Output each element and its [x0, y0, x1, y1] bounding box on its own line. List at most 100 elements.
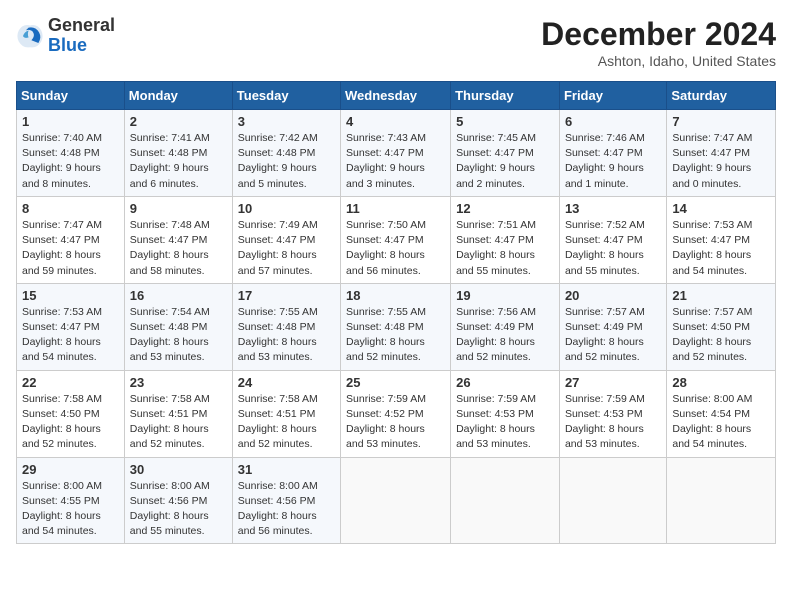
day-number: 23 — [130, 375, 227, 390]
calendar-cell: 13 Sunrise: 7:52 AM Sunset: 4:47 PM Dayl… — [559, 196, 666, 283]
daylight-label: Daylight: 8 hours and 53 minutes. — [565, 423, 644, 450]
daylight-label: Daylight: 8 hours and 52 minutes. — [238, 423, 317, 450]
sunset-label: Sunset: 4:47 PM — [238, 234, 316, 246]
daylight-label: Daylight: 9 hours and 5 minutes. — [238, 162, 317, 189]
calendar-cell: 10 Sunrise: 7:49 AM Sunset: 4:47 PM Dayl… — [232, 196, 340, 283]
calendar-cell — [341, 457, 451, 544]
calendar-week-row: 22 Sunrise: 7:58 AM Sunset: 4:50 PM Dayl… — [17, 370, 776, 457]
sunrise-label: Sunrise: 7:40 AM — [22, 132, 102, 144]
cell-info: Sunrise: 7:46 AM Sunset: 4:47 PM Dayligh… — [565, 131, 661, 192]
calendar-cell — [667, 457, 776, 544]
day-number: 7 — [672, 114, 770, 129]
sunset-label: Sunset: 4:56 PM — [238, 495, 316, 507]
day-number: 26 — [456, 375, 554, 390]
daylight-label: Daylight: 9 hours and 6 minutes. — [130, 162, 209, 189]
daylight-label: Daylight: 8 hours and 58 minutes. — [130, 249, 209, 276]
sunrise-label: Sunrise: 8:00 AM — [238, 480, 318, 492]
calendar-cell: 8 Sunrise: 7:47 AM Sunset: 4:47 PM Dayli… — [17, 196, 125, 283]
sunrise-label: Sunrise: 8:00 AM — [130, 480, 210, 492]
day-of-week-header: Tuesday — [232, 82, 340, 110]
day-number: 22 — [22, 375, 119, 390]
sunset-label: Sunset: 4:53 PM — [456, 408, 534, 420]
day-number: 5 — [456, 114, 554, 129]
calendar-cell: 1 Sunrise: 7:40 AM Sunset: 4:48 PM Dayli… — [17, 110, 125, 197]
sunrise-label: Sunrise: 7:45 AM — [456, 132, 536, 144]
sunset-label: Sunset: 4:53 PM — [565, 408, 643, 420]
day-number: 30 — [130, 462, 227, 477]
sunset-label: Sunset: 4:47 PM — [130, 234, 208, 246]
daylight-label: Daylight: 8 hours and 59 minutes. — [22, 249, 101, 276]
sunset-label: Sunset: 4:48 PM — [238, 147, 316, 159]
sunrise-label: Sunrise: 7:56 AM — [456, 306, 536, 318]
sunset-label: Sunset: 4:50 PM — [672, 321, 750, 333]
cell-info: Sunrise: 7:59 AM Sunset: 4:53 PM Dayligh… — [565, 392, 661, 453]
daylight-label: Daylight: 8 hours and 54 minutes. — [672, 423, 751, 450]
day-number: 12 — [456, 201, 554, 216]
sunrise-label: Sunrise: 7:47 AM — [22, 219, 102, 231]
sunrise-label: Sunrise: 7:52 AM — [565, 219, 645, 231]
calendar-cell: 4 Sunrise: 7:43 AM Sunset: 4:47 PM Dayli… — [341, 110, 451, 197]
calendar-cell: 24 Sunrise: 7:58 AM Sunset: 4:51 PM Dayl… — [232, 370, 340, 457]
cell-info: Sunrise: 7:58 AM Sunset: 4:51 PM Dayligh… — [130, 392, 227, 453]
sunset-label: Sunset: 4:48 PM — [22, 147, 100, 159]
daylight-label: Daylight: 8 hours and 52 minutes. — [130, 423, 209, 450]
day-number: 8 — [22, 201, 119, 216]
calendar-cell: 3 Sunrise: 7:42 AM Sunset: 4:48 PM Dayli… — [232, 110, 340, 197]
sunrise-label: Sunrise: 7:58 AM — [130, 393, 210, 405]
cell-info: Sunrise: 7:59 AM Sunset: 4:52 PM Dayligh… — [346, 392, 445, 453]
cell-info: Sunrise: 7:47 AM Sunset: 4:47 PM Dayligh… — [22, 218, 119, 279]
sunrise-label: Sunrise: 7:57 AM — [565, 306, 645, 318]
sunset-label: Sunset: 4:51 PM — [130, 408, 208, 420]
sunrise-label: Sunrise: 7:54 AM — [130, 306, 210, 318]
day-number: 17 — [238, 288, 335, 303]
calendar-cell — [559, 457, 666, 544]
day-of-week-header: Monday — [124, 82, 232, 110]
cell-info: Sunrise: 7:57 AM Sunset: 4:50 PM Dayligh… — [672, 305, 770, 366]
cell-info: Sunrise: 8:00 AM Sunset: 4:55 PM Dayligh… — [22, 479, 119, 540]
sunrise-label: Sunrise: 7:42 AM — [238, 132, 318, 144]
daylight-label: Daylight: 9 hours and 3 minutes. — [346, 162, 425, 189]
sunset-label: Sunset: 4:49 PM — [456, 321, 534, 333]
cell-info: Sunrise: 7:50 AM Sunset: 4:47 PM Dayligh… — [346, 218, 445, 279]
day-number: 16 — [130, 288, 227, 303]
sunrise-label: Sunrise: 7:49 AM — [238, 219, 318, 231]
daylight-label: Daylight: 9 hours and 2 minutes. — [456, 162, 535, 189]
calendar-cell: 17 Sunrise: 7:55 AM Sunset: 4:48 PM Dayl… — [232, 283, 340, 370]
sunset-label: Sunset: 4:47 PM — [456, 147, 534, 159]
cell-info: Sunrise: 7:56 AM Sunset: 4:49 PM Dayligh… — [456, 305, 554, 366]
daylight-label: Daylight: 8 hours and 56 minutes. — [346, 249, 425, 276]
day-number: 31 — [238, 462, 335, 477]
day-number: 18 — [346, 288, 445, 303]
cell-info: Sunrise: 7:52 AM Sunset: 4:47 PM Dayligh… — [565, 218, 661, 279]
daylight-label: Daylight: 8 hours and 53 minutes. — [456, 423, 535, 450]
calendar-cell: 30 Sunrise: 8:00 AM Sunset: 4:56 PM Dayl… — [124, 457, 232, 544]
calendar-header-row: SundayMondayTuesdayWednesdayThursdayFrid… — [17, 82, 776, 110]
day-number: 20 — [565, 288, 661, 303]
sunrise-label: Sunrise: 7:48 AM — [130, 219, 210, 231]
calendar-cell: 18 Sunrise: 7:55 AM Sunset: 4:48 PM Dayl… — [341, 283, 451, 370]
daylight-label: Daylight: 9 hours and 1 minute. — [565, 162, 644, 189]
sunrise-label: Sunrise: 7:53 AM — [672, 219, 752, 231]
day-number: 13 — [565, 201, 661, 216]
sunrise-label: Sunrise: 7:53 AM — [22, 306, 102, 318]
daylight-label: Daylight: 8 hours and 55 minutes. — [130, 510, 209, 537]
logo-icon — [16, 22, 44, 50]
sunset-label: Sunset: 4:47 PM — [346, 147, 424, 159]
calendar-cell: 2 Sunrise: 7:41 AM Sunset: 4:48 PM Dayli… — [124, 110, 232, 197]
calendar-week-row: 8 Sunrise: 7:47 AM Sunset: 4:47 PM Dayli… — [17, 196, 776, 283]
day-of-week-header: Wednesday — [341, 82, 451, 110]
calendar-cell: 29 Sunrise: 8:00 AM Sunset: 4:55 PM Dayl… — [17, 457, 125, 544]
daylight-label: Daylight: 8 hours and 52 minutes. — [22, 423, 101, 450]
calendar: SundayMondayTuesdayWednesdayThursdayFrid… — [16, 81, 776, 544]
daylight-label: Daylight: 9 hours and 8 minutes. — [22, 162, 101, 189]
cell-info: Sunrise: 7:51 AM Sunset: 4:47 PM Dayligh… — [456, 218, 554, 279]
daylight-label: Daylight: 8 hours and 53 minutes. — [346, 423, 425, 450]
sunrise-label: Sunrise: 7:46 AM — [565, 132, 645, 144]
cell-info: Sunrise: 7:48 AM Sunset: 4:47 PM Dayligh… — [130, 218, 227, 279]
sunset-label: Sunset: 4:48 PM — [130, 147, 208, 159]
calendar-cell: 27 Sunrise: 7:59 AM Sunset: 4:53 PM Dayl… — [559, 370, 666, 457]
day-number: 29 — [22, 462, 119, 477]
day-number: 2 — [130, 114, 227, 129]
day-number: 9 — [130, 201, 227, 216]
day-number: 3 — [238, 114, 335, 129]
